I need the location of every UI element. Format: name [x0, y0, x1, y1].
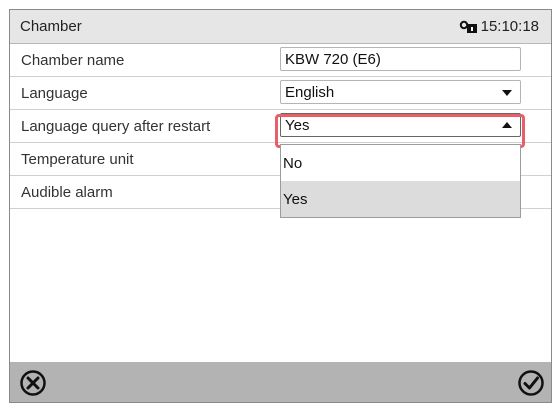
- language-value: English: [285, 84, 335, 101]
- page-title: Chamber: [20, 18, 82, 35]
- lock-icon: [459, 20, 477, 33]
- language-label: Language: [21, 85, 88, 102]
- confirm-icon[interactable]: [517, 369, 545, 397]
- cancel-icon[interactable]: [19, 369, 47, 397]
- audible-alarm-label: Audible alarm: [21, 184, 113, 201]
- selection-highlight: [275, 114, 525, 148]
- temperature-unit-label: Temperature unit: [21, 151, 134, 168]
- header-status: 15:10:18: [459, 18, 539, 35]
- dropdown-option-no[interactable]: No: [281, 145, 520, 181]
- dropdown-option-yes[interactable]: Yes: [281, 181, 520, 217]
- chevron-down-icon: [502, 90, 512, 96]
- row-chamber-name: Chamber name KBW 720 (E6): [10, 44, 551, 77]
- chamber-name-field[interactable]: KBW 720 (E6): [280, 47, 521, 71]
- option-label: No: [283, 155, 303, 172]
- language-query-dropdown: No Yes: [280, 144, 521, 218]
- option-label: Yes: [283, 191, 308, 208]
- language-select[interactable]: English: [280, 80, 521, 104]
- chamber-settings-screen: Chamber 15:10:18 Chamber name KBW 720 (E…: [9, 9, 552, 403]
- chamber-name-value: KBW 720 (E6): [285, 51, 381, 68]
- footer-bar: [10, 362, 551, 402]
- clock-time: 15:10:18: [480, 18, 539, 35]
- row-language: Language English: [10, 77, 551, 110]
- chamber-name-label: Chamber name: [21, 52, 125, 69]
- header-bar: Chamber 15:10:18: [10, 10, 551, 44]
- language-query-label: Language query after restart: [21, 118, 211, 135]
